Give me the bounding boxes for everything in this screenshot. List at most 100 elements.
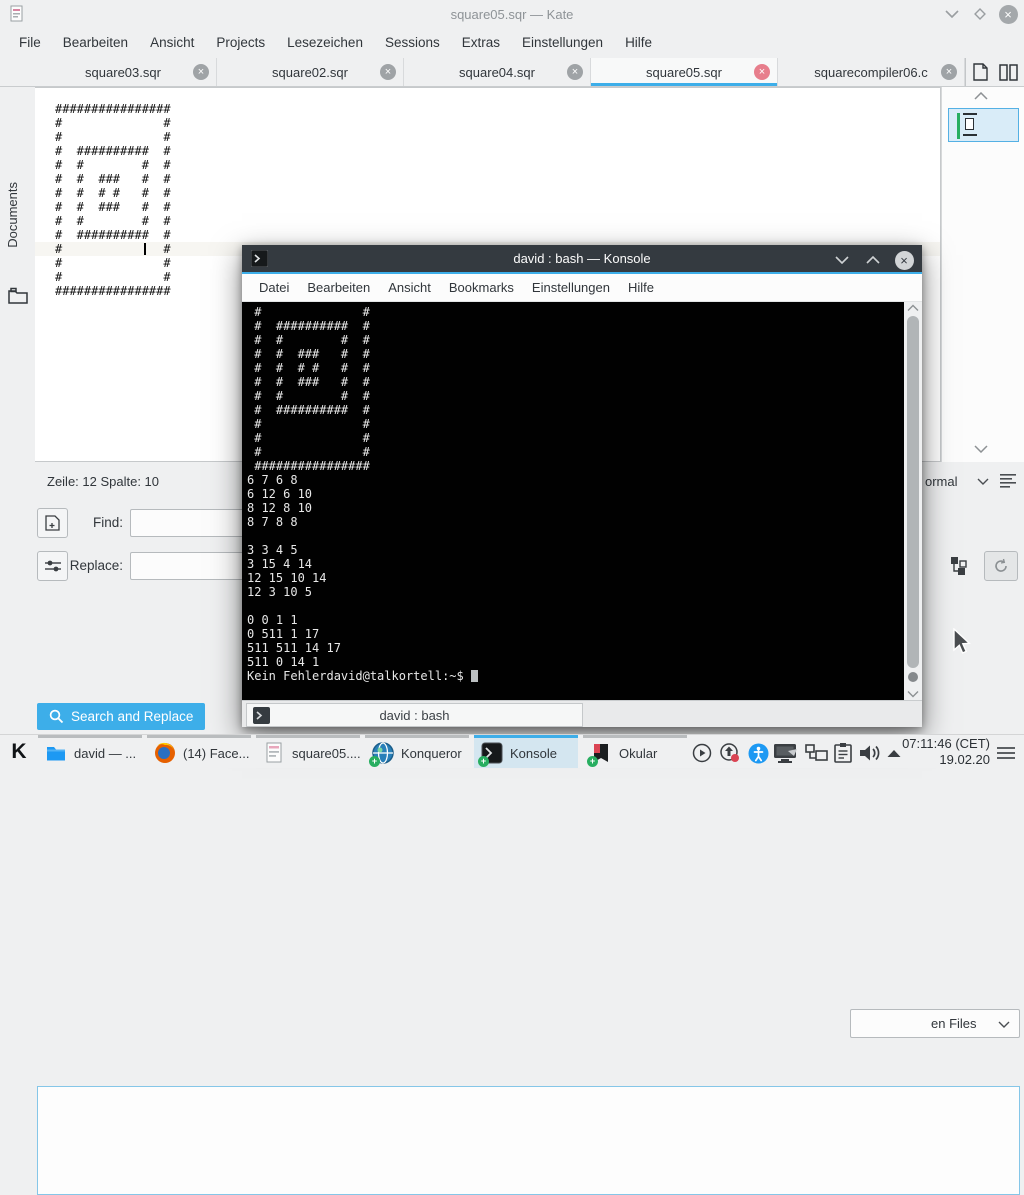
refresh-search-button[interactable] (984, 551, 1018, 581)
replace-label: Replace: (48, 551, 123, 581)
terminal-scrollbar[interactable] (904, 302, 922, 700)
konsole-tabbar: david : bash (242, 700, 922, 727)
kate-menu-file[interactable]: File (8, 28, 52, 58)
tab-close-icon[interactable]: × (193, 64, 209, 80)
kate-close-button[interactable]: × (996, 3, 1020, 25)
updates-tray-icon[interactable] (719, 742, 741, 764)
kde-launcher-icon[interactable]: K (4, 737, 34, 767)
volume-tray-icon[interactable] (857, 742, 883, 764)
filesystem-browser-icon[interactable] (8, 287, 28, 305)
kate-menu-einstellungen[interactable]: Einstellungen (511, 28, 614, 58)
search-results-box[interactable] (37, 1086, 1020, 1195)
tab-square05-active[interactable]: square05.sqr × (591, 58, 778, 86)
tray-expand-icon[interactable] (886, 742, 902, 764)
scroll-down-icon[interactable] (974, 445, 988, 453)
konsole-close-button[interactable]: × (892, 249, 916, 271)
tab-close-icon[interactable]: × (941, 64, 957, 80)
tab-close-icon[interactable]: × (567, 64, 583, 80)
tab-close-icon[interactable]: × (754, 64, 770, 80)
chevron-down-icon (998, 1021, 1010, 1028)
kate-menu-bearbeiten[interactable]: Bearbeiten (52, 28, 139, 58)
konsole-tab-icon (253, 707, 270, 724)
task-firefox[interactable]: (14) Face... (147, 735, 251, 768)
tab-label: square05.sqr (646, 65, 722, 80)
clock[interactable]: 07:11:46 (CET) 19.02.20 (902, 736, 990, 768)
search-and-replace-toolview-button[interactable]: Search and Replace (37, 703, 205, 730)
task-okular[interactable]: + Okular (583, 735, 687, 768)
kate-menu-lesezeichen[interactable]: Lesezeichen (276, 28, 374, 58)
kate-menu-hilfe[interactable]: Hilfe (614, 28, 663, 58)
task-kate[interactable]: square05.... (256, 735, 360, 768)
task-konsole-active[interactable]: + Konsole (474, 735, 578, 768)
terminal-cursor (471, 670, 478, 682)
konsole-menu-hilfe[interactable]: Hilfe (619, 274, 663, 302)
network-tray-icon[interactable] (804, 742, 830, 764)
new-document-icon[interactable] (972, 63, 989, 81)
editor-scrollbar-minimap[interactable] (941, 87, 1024, 462)
kate-maximize-button[interactable] (968, 3, 992, 25)
search-icon (49, 709, 64, 724)
konsole-menu-bookmarks[interactable]: Bookmarks (440, 274, 523, 302)
konsole-menu-einstellungen[interactable]: Einstellungen (523, 274, 619, 302)
konsole-titlebar[interactable]: david : bash — Konsole × (242, 245, 922, 272)
konsole-session-tab[interactable]: david : bash (246, 703, 583, 727)
cursor-position-status: Zeile: 12 Spalte: 10 (47, 474, 159, 489)
tab-square02[interactable]: square02.sqr × (217, 58, 404, 86)
konsole-minimize-button[interactable] (830, 249, 854, 271)
tab-square03[interactable]: square03.sqr × (30, 58, 217, 86)
konsole-maximize-button[interactable] (861, 249, 885, 271)
mouse-pointer (952, 628, 976, 656)
accessibility-tray-icon[interactable] (747, 742, 769, 764)
task-konqueror[interactable]: + Konqueror (365, 735, 469, 768)
panel-menu-icon[interactable] (996, 742, 1016, 764)
kate-titlebar: square05.sqr — Kate × (0, 0, 1024, 28)
konqueror-icon: + (372, 742, 394, 764)
minimap-modified-bar (957, 113, 960, 139)
terminal-output: # # # ########## # # # # # # # ### # # #… (247, 305, 902, 669)
tab-close-icon[interactable]: × (380, 64, 396, 80)
konsole-menu-ansicht[interactable]: Ansicht (379, 274, 440, 302)
find-label: Find: (60, 508, 123, 538)
media-player-tray-icon[interactable] (691, 742, 713, 764)
search-in-files-dropdown[interactable]: en Files (850, 1009, 1020, 1038)
tab-square04[interactable]: square04.sqr × (404, 58, 591, 86)
tab-squarecompiler06[interactable]: squarecompiler06.c × (778, 58, 965, 86)
konsole-menu-datei[interactable]: Datei (250, 274, 298, 302)
text-caret (144, 243, 146, 255)
kate-menu-ansicht[interactable]: Ansicht (139, 28, 205, 58)
scrollbar-dot (908, 672, 918, 682)
okular-icon: + (590, 742, 612, 764)
scroll-up-icon[interactable] (974, 92, 988, 100)
task-label: square05.... (292, 746, 360, 761)
terminal-area[interactable]: # # # ########## # # # # # # # ### # # #… (242, 302, 922, 700)
minimap-visible-region[interactable] (948, 108, 1019, 142)
scrollbar-thumb[interactable] (907, 316, 919, 668)
documents-toolview-button[interactable]: Documents (5, 182, 20, 248)
clock-date: 19.02.20 (902, 752, 990, 768)
taskbar-panel: K david — ... (14) Face... square05.... … (0, 734, 1024, 768)
task-label: (14) Face... (183, 746, 249, 761)
task-dolphin[interactable]: david — ... (38, 735, 142, 768)
split-view-icon[interactable] (999, 64, 1018, 81)
tab-label: square03.sqr (85, 65, 161, 80)
kate-menu-sessions[interactable]: Sessions (374, 28, 451, 58)
highlight-mode-fragment[interactable]: ormal (925, 474, 958, 489)
clipboard-tray-icon[interactable] (832, 742, 854, 764)
clock-time: 07:11:46 (CET) (902, 736, 990, 752)
task-label: Okular (619, 746, 657, 761)
text-lines-icon[interactable] (1000, 474, 1017, 488)
kate-menu-projects[interactable]: Projects (205, 28, 276, 58)
konsole-tab-label: david : bash (379, 708, 449, 723)
konsole-window-title: david : bash — Konsole (242, 251, 922, 266)
kate-minimize-button[interactable] (940, 3, 964, 25)
scroll-up-icon[interactable] (907, 304, 919, 312)
kate-window-title: square05.sqr — Kate (0, 7, 1024, 22)
konsole-icon: + (481, 742, 503, 764)
task-label: Konqueror (401, 746, 462, 761)
display-tray-icon[interactable] (772, 742, 800, 764)
expand-results-icon[interactable] (948, 555, 970, 577)
tab-label: squarecompiler06.c (814, 65, 927, 80)
kate-menu-extras[interactable]: Extras (451, 28, 511, 58)
scroll-down-icon[interactable] (907, 690, 919, 698)
konsole-menu-bearbeiten[interactable]: Bearbeiten (298, 274, 379, 302)
